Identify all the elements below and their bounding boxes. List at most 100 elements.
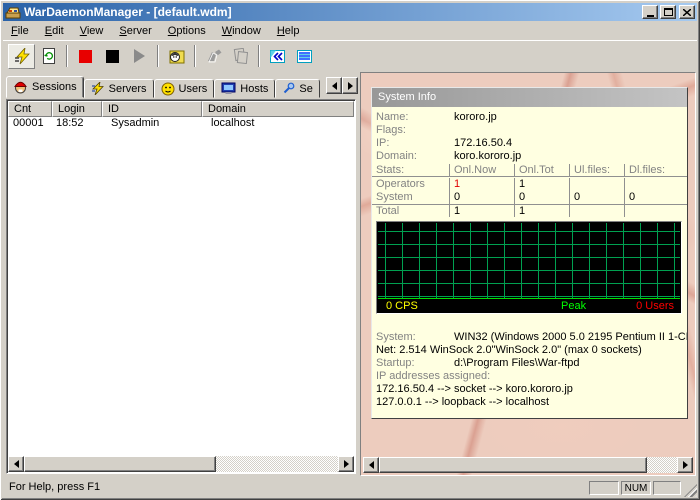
tab-scroll-buttons	[326, 77, 358, 94]
start-button[interactable]	[126, 44, 153, 69]
status-pane-scrl	[653, 481, 681, 495]
copy-button[interactable]	[227, 44, 254, 69]
smiley-icon	[161, 82, 175, 96]
menu-server[interactable]: Server	[111, 23, 159, 39]
operators-onl-now: 1	[449, 178, 514, 191]
status-help-text: For Help, press F1	[9, 481, 101, 493]
sessions-horizontal-scrollbar[interactable]	[8, 456, 354, 472]
startup-label: Startup:	[376, 357, 415, 369]
maximize-icon	[663, 8, 673, 16]
status-pane-num: NUM	[621, 481, 651, 495]
resize-grip[interactable]	[684, 484, 697, 497]
session-id: Sysadmin	[111, 117, 160, 129]
kick-user-button[interactable]	[200, 44, 227, 69]
traffic-graph: 0 CPS Peak 0 Users	[376, 221, 682, 314]
name-value: kororo.jp	[454, 111, 497, 123]
column-header-login[interactable]: Login	[52, 101, 102, 117]
system-info-panel: System Info Name: kororo.jp Flags: IP: 1…	[371, 87, 688, 419]
toolbar	[3, 40, 697, 71]
ip-assignment-line: 127.0.0.1 --> loopback --> localhost	[376, 396, 550, 408]
tab-scroll-right-button[interactable]	[342, 77, 358, 94]
menu-view[interactable]: View	[72, 23, 112, 39]
monitor-icon	[221, 82, 236, 95]
arrow-right-icon	[343, 460, 349, 468]
connect-button[interactable]	[8, 43, 35, 69]
magnifier-icon	[282, 82, 295, 95]
scrollbar-thumb[interactable]	[379, 457, 647, 473]
arrow-left-icon	[331, 81, 337, 90]
minimize-button[interactable]	[642, 5, 658, 19]
system-onl-now: 0	[449, 191, 514, 204]
tab-hosts[interactable]: Hosts	[214, 79, 276, 98]
session-row[interactable]: 00001 18:52 Sysadmin localhost	[8, 117, 354, 131]
system-value: WIN32 (Windows 2000 5.0 2195 Pentium II …	[454, 331, 687, 343]
flags-label: Flags:	[376, 124, 406, 136]
toolbar-separator	[157, 45, 159, 67]
tab-label: Users	[178, 82, 208, 95]
play-icon	[134, 49, 145, 63]
operators-ul	[569, 178, 624, 191]
domain-label: Domain:	[376, 150, 417, 162]
tab-label: Sessions	[32, 81, 77, 93]
tab-security[interactable]: Se	[275, 79, 320, 98]
menu-edit[interactable]: Edit	[37, 23, 72, 39]
system-label: System:	[376, 331, 416, 343]
stop-red-button[interactable]	[72, 44, 99, 69]
column-header-cnt[interactable]: Cnt	[8, 101, 52, 117]
app-window: WarDaemonManager - [default.wdm] File Ed…	[0, 0, 700, 500]
scrollbar-thumb[interactable]	[24, 456, 216, 472]
scroll-left-button[interactable]	[8, 456, 24, 472]
window-title: WarDaemonManager - [default.wdm]	[24, 5, 232, 19]
copy-pages-icon-disabled	[233, 48, 249, 64]
menu-help[interactable]: Help	[269, 23, 308, 39]
tab-servers[interactable]: Servers	[83, 79, 154, 98]
session-cnt: 00001	[13, 117, 44, 129]
row-label: Operators	[376, 178, 425, 190]
tab-label: Se	[299, 82, 313, 95]
menu-window[interactable]: Window	[214, 23, 269, 39]
tab-label: Servers	[108, 82, 147, 95]
total-dl	[624, 205, 687, 217]
arrow-left-icon	[13, 460, 19, 468]
session-domain: localhost	[211, 117, 255, 129]
sessions-list: Cnt Login ID Domain 00001 18:52 Sysadmin…	[6, 99, 356, 474]
toolbar-separator	[258, 45, 260, 67]
system-info-horizontal-scrollbar[interactable]	[363, 457, 693, 473]
col-ul-files: Ul.files:	[569, 164, 624, 176]
log-lines-icon	[297, 49, 312, 63]
system-info-body: Name: kororo.jp Flags: IP: 172.16.50.4 D…	[372, 107, 687, 418]
column-header-id[interactable]: ID	[102, 101, 202, 117]
menu-file[interactable]: File	[3, 23, 37, 39]
tab-users[interactable]: Users	[153, 79, 215, 98]
messages-button[interactable]	[264, 44, 291, 69]
kick-user-icon-disabled	[207, 49, 221, 63]
tab-bar: Sessions Servers Users Hosts Se	[6, 76, 356, 98]
peak-label: Peak	[561, 299, 587, 312]
menu-options[interactable]: Options	[160, 23, 214, 39]
tab-label: Hosts	[240, 82, 269, 95]
stats-label: Stats:	[376, 164, 405, 176]
refresh-servers-button[interactable]	[35, 44, 62, 69]
stop-black-button[interactable]	[99, 44, 126, 69]
row-label: Total	[376, 205, 400, 217]
scroll-left-button[interactable]	[363, 457, 379, 473]
scroll-right-button[interactable]	[338, 456, 354, 472]
tab-sessions[interactable]: Sessions	[6, 76, 84, 98]
arrow-left-icon	[368, 461, 374, 469]
toolbar-separator	[66, 45, 68, 67]
scroll-right-button[interactable]	[677, 457, 693, 473]
col-onl-tot: Onl.Tot	[514, 164, 569, 176]
graph-legend-strip: 0 CPS Peak 0 Users	[378, 298, 680, 312]
startup-value: d:\Program Files\War-ftpd	[454, 357, 580, 369]
user-accounts-button[interactable]	[163, 44, 190, 69]
maximize-button[interactable]	[660, 5, 676, 19]
operator-icon	[13, 80, 28, 94]
total-onl-tot: 1	[514, 205, 569, 217]
close-button[interactable]	[679, 5, 695, 19]
row-label: System	[376, 191, 413, 203]
column-header-domain[interactable]: Domain	[202, 101, 354, 117]
ip-label: IP:	[376, 137, 390, 149]
view-log-button[interactable]	[291, 44, 318, 69]
lightning-plug-icon	[14, 47, 30, 64]
tab-scroll-left-button[interactable]	[326, 77, 342, 94]
